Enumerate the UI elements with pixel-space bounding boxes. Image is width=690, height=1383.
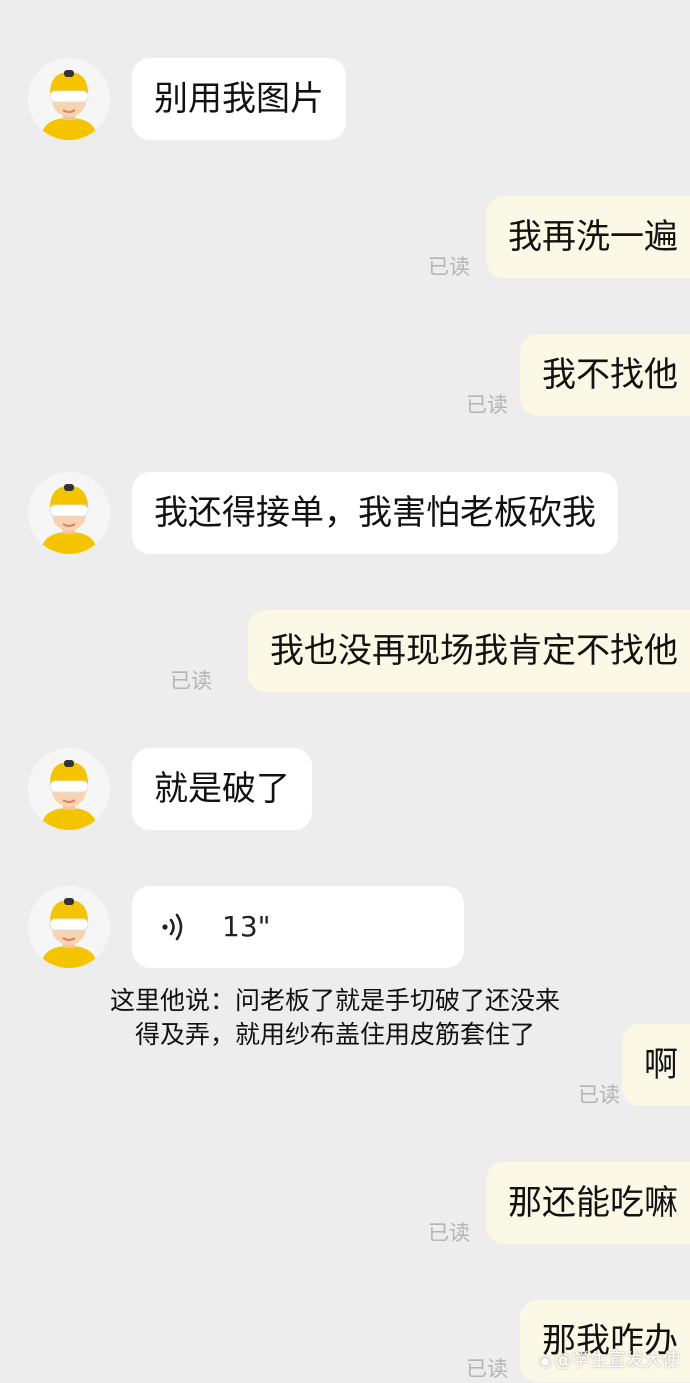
chat-thread: 别用我图片 我再洗一遍 已读 我不找他 已读 我还得接单，我害怕老板砍我 我也没… xyxy=(0,0,690,1382)
avatar-courier-icon xyxy=(28,472,110,554)
avatar[interactable] xyxy=(28,472,110,554)
message-bubble-outgoing[interactable]: 我再洗一遍 xyxy=(486,196,690,278)
message-text: 别用我图片 xyxy=(154,79,324,119)
avatar-courier-icon xyxy=(28,58,110,140)
voice-wave-icon xyxy=(162,913,183,941)
message-bubble-outgoing[interactable]: 那还能吃嘛 xyxy=(486,1162,690,1244)
read-status: 已读 xyxy=(466,1357,508,1381)
message-text: 我不找他 xyxy=(542,355,678,395)
voice-transcript-note: 这里他说：问老板了就是手切破了还没来得及弄，就用纱布盖住用皮筋套住了 xyxy=(109,986,560,1049)
message-bubble-incoming[interactable]: 别用我图片 xyxy=(132,58,346,140)
read-status: 已读 xyxy=(428,255,470,279)
avatar[interactable] xyxy=(28,886,110,968)
watermark: ◉ @学生宣发大使 xyxy=(538,1346,680,1372)
read-status: 已读 xyxy=(578,1083,620,1107)
read-status: 已读 xyxy=(428,1221,470,1245)
voice-message-bubble[interactable]: 13" xyxy=(132,886,464,968)
message-text: 啊 xyxy=(644,1045,678,1085)
message-bubble-incoming[interactable]: 就是破了 xyxy=(132,748,312,830)
voice-duration: 13" xyxy=(222,910,271,943)
message-text: 就是破了 xyxy=(154,769,290,809)
message-text: 我再洗一遍 xyxy=(508,217,678,257)
avatar[interactable] xyxy=(28,58,110,140)
message-bubble-outgoing[interactable]: 我不找他 xyxy=(520,334,690,416)
message-text: 那还能吃嘛 xyxy=(508,1183,678,1223)
message-bubble-incoming[interactable]: 我还得接单，我害怕老板砍我 xyxy=(132,472,618,554)
weibo-icon: ◉ xyxy=(538,1351,552,1370)
message-text: 我也没再现场我肯定不找他 xyxy=(270,631,678,671)
avatar-courier-icon xyxy=(28,748,110,830)
read-status: 已读 xyxy=(170,669,212,693)
avatar-courier-icon xyxy=(28,886,110,968)
message-text: 我还得接单，我害怕老板砍我 xyxy=(154,493,596,533)
avatar[interactable] xyxy=(28,748,110,830)
message-bubble-outgoing[interactable]: 我也没再现场我肯定不找他 xyxy=(248,610,690,692)
read-status: 已读 xyxy=(466,393,508,417)
message-bubble-outgoing[interactable]: 啊 xyxy=(622,1024,690,1106)
watermark-text: @学生宣发大使 xyxy=(553,1350,680,1371)
